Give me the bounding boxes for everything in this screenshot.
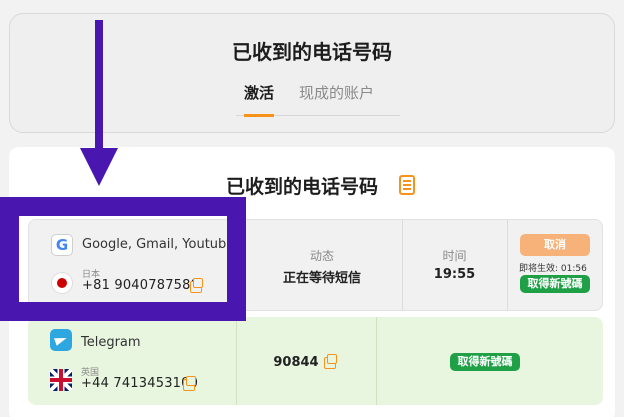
uk-flag-icon xyxy=(50,369,72,391)
telegram-icon xyxy=(50,329,72,351)
document-icon[interactable] xyxy=(399,175,415,195)
tab-ready-accounts[interactable]: 现成的账户 xyxy=(299,82,374,103)
active-tab-indicator xyxy=(244,114,274,117)
column-divider xyxy=(402,220,403,310)
annotation-highlight-box xyxy=(0,197,246,321)
status-value: 正在等待短信 xyxy=(282,271,361,286)
time-value: 19:55 xyxy=(433,267,476,282)
tab-bar: 激活 现成的账户 xyxy=(236,78,400,117)
expire-countdown: 即将生效: 01:56 xyxy=(519,264,587,274)
column-divider xyxy=(376,317,377,405)
annotation-arrow-shaft xyxy=(95,20,103,150)
time-label: 时间 xyxy=(442,249,467,263)
service-name: Telegram xyxy=(81,335,141,350)
number-row: Telegram 英国 +44 7413453100 90844 取得新號碼 xyxy=(28,317,603,405)
copy-icon[interactable] xyxy=(324,354,337,369)
copy-icon[interactable] xyxy=(183,376,196,391)
cancel-button[interactable]: 取消 xyxy=(520,234,590,256)
tab-activation[interactable]: 激活 xyxy=(244,82,274,103)
sms-code: 90844 xyxy=(273,355,319,370)
status-label: 动态 xyxy=(309,249,334,263)
annotation-arrow-head xyxy=(80,148,118,186)
column-divider xyxy=(507,220,508,310)
get-new-number-button[interactable]: 取得新號碼 xyxy=(450,353,520,371)
phone-number: +44 7413453100 xyxy=(81,376,199,391)
get-new-number-button[interactable]: 取得新號碼 xyxy=(520,275,590,293)
